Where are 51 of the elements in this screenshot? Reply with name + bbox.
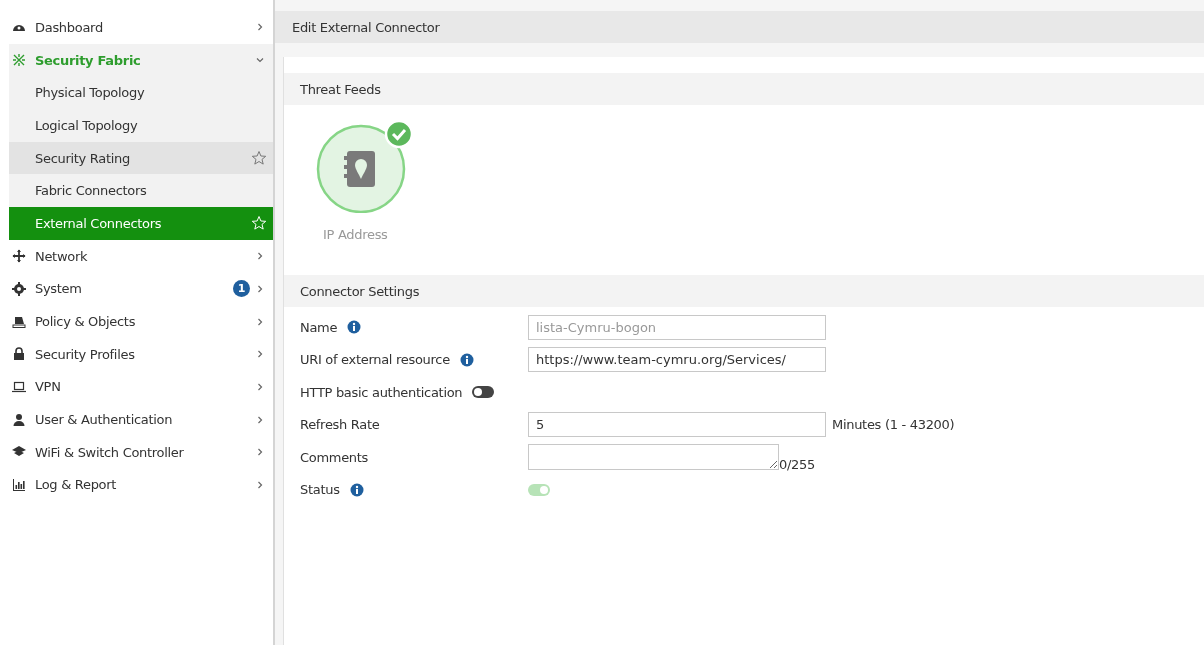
toggle-switch[interactable] bbox=[472, 386, 495, 399]
sidebar-subitem[interactable]: Security Rating bbox=[9, 141, 273, 175]
chevron-right-icon bbox=[256, 23, 264, 32]
sidebar-item[interactable]: Log & Report bbox=[9, 468, 273, 502]
character-counter: 0/255 bbox=[779, 456, 815, 472]
input-field[interactable]: 5 bbox=[528, 412, 826, 438]
field-label: URI of external resource bbox=[300, 352, 450, 368]
section-title: Connector Settings bbox=[300, 283, 420, 299]
sidebar-subitem[interactable]: Physical Topology bbox=[9, 76, 273, 110]
field-label: Comments bbox=[300, 449, 369, 465]
sidebar-subitem[interactable]: Fabric Connectors bbox=[9, 174, 273, 208]
sidebar-item[interactable]: Security Profiles bbox=[9, 337, 273, 371]
user-icon bbox=[12, 412, 26, 427]
page-title: Edit External Connector bbox=[292, 19, 440, 35]
sidebar-item[interactable]: User & Authentication bbox=[9, 403, 273, 436]
star-icon[interactable] bbox=[251, 150, 267, 167]
comments-field[interactable] bbox=[528, 444, 779, 471]
chevron-right-icon bbox=[256, 415, 264, 424]
sidebar-item[interactable]: System 1 bbox=[9, 272, 273, 306]
chevron-right-icon bbox=[256, 252, 264, 261]
chevron-right-icon bbox=[256, 448, 264, 457]
move-arrows-icon bbox=[12, 249, 26, 264]
chevron-right-icon bbox=[256, 480, 264, 489]
gear-icon bbox=[12, 281, 26, 296]
chevron-down-icon bbox=[256, 56, 264, 65]
feed-label: IP Address bbox=[323, 227, 388, 242]
sidebar-item[interactable]: WiFi & Switch Controller bbox=[9, 435, 273, 469]
sidebar-item[interactable]: Network bbox=[9, 239, 273, 273]
section-title: Threat Feeds bbox=[300, 81, 381, 97]
chevron-right-icon bbox=[256, 284, 264, 293]
chevron-right-icon bbox=[256, 382, 264, 391]
field-label: Name bbox=[300, 319, 338, 335]
sidebar-subitem[interactable]: External Connectors bbox=[9, 207, 273, 240]
field-label: Status bbox=[300, 482, 340, 498]
notification-badge: 1 bbox=[233, 280, 250, 298]
chevron-right-icon bbox=[256, 350, 264, 359]
laptop-icon bbox=[12, 379, 26, 394]
fabric-icon bbox=[12, 53, 26, 68]
info-icon[interactable] bbox=[459, 352, 474, 367]
field-label: HTTP basic authentication bbox=[300, 384, 463, 400]
sidebar-item[interactable]: VPN bbox=[9, 370, 273, 404]
sidebar-item[interactable]: Policy & Objects bbox=[9, 305, 273, 338]
sidebar-subitem[interactable]: Logical Topology bbox=[9, 109, 273, 142]
chevron-right-icon bbox=[256, 317, 264, 326]
sidebar-item[interactable]: Dashboard bbox=[9, 11, 273, 44]
bar-chart-icon bbox=[12, 477, 26, 492]
star-icon[interactable] bbox=[251, 215, 267, 232]
field-hint: Minutes (1 - 43200) bbox=[832, 417, 955, 433]
field-label: Refresh Rate bbox=[300, 417, 380, 433]
input-field[interactable]: https://www.team-cymru.org/Services/ bbox=[528, 347, 826, 373]
lock-icon bbox=[12, 347, 26, 362]
